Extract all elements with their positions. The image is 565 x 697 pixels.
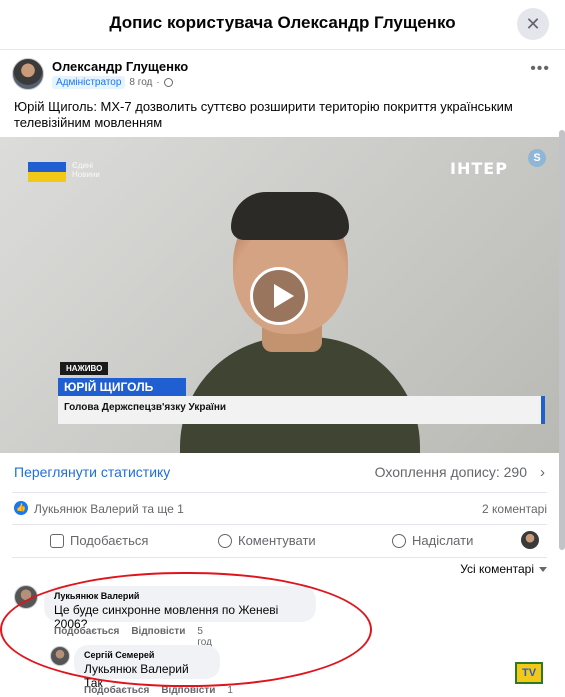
reactors-summary[interactable]: Лукьянюк Валерий та ще 1	[34, 502, 184, 516]
meta-separator: ·	[156, 77, 160, 88]
dialog-title: Допис користувача Олександр Глущенко	[109, 13, 456, 32]
post-stats: Переглянути статистику Охоплення допису:…	[14, 464, 547, 484]
scrollbar[interactable]	[559, 130, 565, 550]
author-avatar[interactable]	[12, 58, 44, 90]
skype-icon: S	[528, 149, 546, 167]
send-button[interactable]: Надіслати	[392, 533, 473, 548]
globe-icon	[163, 78, 173, 87]
more-options-icon[interactable]: •••	[530, 60, 550, 78]
reactions-bar: 👍 Лукьянюк Валерий та ще 1 2 коментарі	[14, 500, 547, 518]
role-badge: Адміністратор	[52, 76, 126, 89]
video-person-body	[180, 337, 420, 453]
react-as-avatar[interactable]	[521, 531, 539, 549]
like-reaction-icon[interactable]: 👍	[14, 501, 28, 515]
flag-caption: Єдині Новини	[72, 161, 100, 179]
send-label: Надіслати	[412, 533, 474, 548]
speaker-title-tag: Голова Держспецзв'язку України	[58, 396, 545, 424]
post-actions: Подобається Коментувати Надіслати	[12, 527, 547, 555]
dialog-header: Допис користувача Олександр Глущенко ✕	[0, 0, 565, 50]
like-label: Подобається	[70, 533, 149, 548]
comment-sort-dropdown[interactable]: Усі коментарі	[460, 562, 547, 576]
sort-label: Усі коментарі	[460, 562, 534, 576]
chevron-right-icon[interactable]: ›	[540, 464, 545, 481]
comment-label: Коментувати	[238, 533, 316, 548]
post-meta: Адміністратор 8 год ·	[52, 76, 173, 89]
like-button[interactable]: Подобається	[50, 533, 148, 548]
post-time[interactable]: 8 год	[129, 77, 152, 88]
view-stats-link[interactable]: Переглянути статистику	[14, 464, 170, 480]
play-icon[interactable]	[250, 267, 308, 325]
post-header: Олександр Глущенко Адміністратор 8 год ·…	[12, 58, 552, 94]
messenger-icon	[392, 533, 406, 548]
video-person-hair	[231, 192, 349, 240]
divider	[12, 524, 547, 525]
post-text: Юрій Щиголь: МХ-7 дозволить суттєво розш…	[14, 99, 513, 130]
comment-actions: Подобається Відповісти 1 год	[84, 685, 242, 697]
caret-down-icon	[539, 567, 547, 573]
thumbs-up-icon	[50, 533, 64, 548]
post-reach[interactable]: Охоплення допису: 290	[375, 464, 527, 480]
author-name[interactable]: Олександр Глущенко	[52, 59, 188, 74]
channel-logo: ІНТЕР	[450, 159, 508, 178]
ukraine-flag-icon	[28, 162, 66, 182]
video-player[interactable]: Єдині Новини ІНТЕР S НАЖИВО ЮРІЙ ЩИГОЛЬ …	[0, 137, 559, 453]
tv-watermark: TV	[515, 662, 543, 684]
highlight-annotation	[0, 572, 372, 687]
speaker-name-tag: ЮРІЙ ЩИГОЛЬ	[58, 378, 186, 396]
comment-count[interactable]: 2 коментарі	[482, 502, 547, 516]
comment-icon	[218, 533, 232, 548]
divider	[12, 492, 547, 493]
comment-like-button[interactable]: Подобається	[84, 685, 149, 697]
comment-time[interactable]: 1 год	[227, 685, 242, 697]
close-icon[interactable]: ✕	[517, 8, 549, 40]
live-label: НАЖИВО	[60, 362, 109, 375]
divider	[12, 557, 547, 558]
comment-button[interactable]: Коментувати	[218, 533, 316, 548]
